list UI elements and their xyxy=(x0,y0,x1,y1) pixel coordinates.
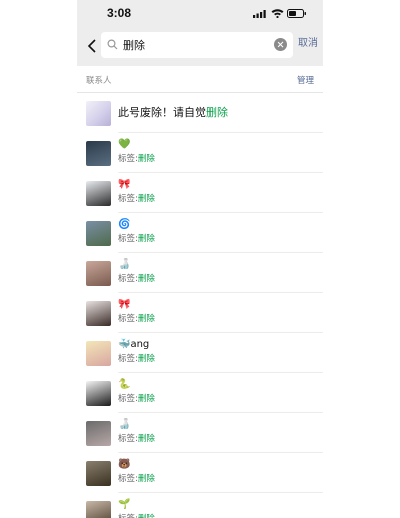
contact-tag: 标签:删除 xyxy=(118,314,155,325)
contact-tag: 标签:删除 xyxy=(118,154,155,165)
tag-value: 删除 xyxy=(138,514,155,518)
contact-tag: 标签:删除 xyxy=(118,434,155,445)
tag-prefix: 标签: xyxy=(118,394,138,404)
tag-prefix: 标签: xyxy=(118,434,138,444)
list-item[interactable]: 🌱 标签:删除 xyxy=(77,493,323,518)
avatar xyxy=(86,461,111,486)
contact-tag: 标签:删除 xyxy=(118,474,155,485)
status-time: 3:08 xyxy=(107,6,132,20)
list-item[interactable]: 此号废除！请自觉删除 xyxy=(77,93,323,133)
avatar xyxy=(86,221,111,246)
contact-tag: 标签:删除 xyxy=(118,274,155,285)
contact-name: 🐍 xyxy=(118,379,131,390)
avatar xyxy=(86,301,111,326)
tag-value: 删除 xyxy=(137,314,155,324)
phone-screen: 3:08 删除 取消 联系人 管理 此号废除！请自觉删除 💚 标签:删除 🎀 标… xyxy=(77,0,323,518)
tag-prefix: 标签: xyxy=(118,154,138,164)
list-item[interactable]: 🌀 标签:删除 xyxy=(77,213,323,253)
list-item[interactable]: 🐳ang 标签:删除 xyxy=(77,333,323,373)
battery-icon xyxy=(287,9,306,18)
tag-prefix: 标签: xyxy=(118,354,138,364)
tag-value: 删除 xyxy=(137,434,155,444)
tag-value: 删除 xyxy=(137,394,155,404)
contact-name: 🌀 xyxy=(118,219,131,230)
tag-prefix: 标签: xyxy=(118,314,138,324)
avatar xyxy=(86,141,111,166)
list-item[interactable]: 💚 标签:删除 xyxy=(77,133,323,173)
contact-name: 🐻 xyxy=(118,459,131,470)
section-label: 联系人 xyxy=(86,76,112,86)
search-query[interactable]: 删除 xyxy=(123,37,145,53)
contact-name: 此号废除！请自觉删除 xyxy=(118,106,228,119)
tag-value: 删除 xyxy=(137,274,155,284)
status-bar: 3:08 xyxy=(77,0,323,28)
avatar xyxy=(86,381,111,406)
tag-value: 删除 xyxy=(137,354,155,364)
list-item[interactable]: 🐍 标签:删除 xyxy=(77,373,323,413)
avatar xyxy=(86,421,111,446)
contact-name: 🐳ang xyxy=(118,339,150,350)
cancel-button[interactable]: 取消 xyxy=(298,34,318,49)
contacts-section-header: 联系人 管理 xyxy=(77,74,323,90)
tag-prefix: 标签: xyxy=(118,274,138,284)
avatar xyxy=(86,101,111,126)
contact-name: 🎀 xyxy=(118,179,131,190)
list-item[interactable]: 🎀 标签:删除 xyxy=(77,173,323,213)
contact-name: 🍶 xyxy=(118,259,131,270)
list-item[interactable]: 🐻 标签:删除 xyxy=(77,453,323,493)
manage-button[interactable]: 管理 xyxy=(297,74,314,86)
contact-name: 🍶 xyxy=(118,419,131,430)
tag-prefix: 标签: xyxy=(118,514,138,518)
avatar xyxy=(86,341,111,366)
list-item[interactable]: 🍶 标签:删除 xyxy=(77,413,323,453)
search-icon xyxy=(107,39,118,50)
contact-tag: 标签:删除 xyxy=(118,194,155,205)
back-icon[interactable] xyxy=(85,37,101,55)
tag-value: 删除 xyxy=(137,154,155,164)
wifi-icon xyxy=(271,9,284,18)
clear-icon[interactable] xyxy=(274,38,287,51)
tag-prefix: 标签: xyxy=(118,474,138,484)
tag-prefix: 标签: xyxy=(118,194,138,204)
search-bar: 删除 取消 xyxy=(77,28,323,66)
list-item[interactable]: 🎀 标签:删除 xyxy=(77,293,323,333)
tag-value: 删除 xyxy=(137,194,155,204)
tag-value: 删除 xyxy=(137,234,155,244)
avatar xyxy=(86,261,111,286)
avatar xyxy=(86,181,111,206)
contact-tag: 标签:删除 xyxy=(118,234,155,245)
list-item[interactable]: 🍶 标签:删除 xyxy=(77,253,323,293)
contact-tag: 标签:删除 xyxy=(118,354,155,365)
contact-name: 💚 xyxy=(118,139,131,150)
search-input[interactable]: 删除 xyxy=(101,32,293,58)
contact-name: 🌱 xyxy=(118,499,131,510)
tag-value: 删除 xyxy=(137,474,155,484)
tag-prefix: 标签: xyxy=(118,234,138,244)
contact-tag: 标签:删除 xyxy=(118,514,155,518)
avatar xyxy=(86,501,111,518)
signal-icon xyxy=(253,10,266,18)
contact-tag: 标签:删除 xyxy=(118,394,155,405)
contact-name: 🎀 xyxy=(118,299,131,310)
